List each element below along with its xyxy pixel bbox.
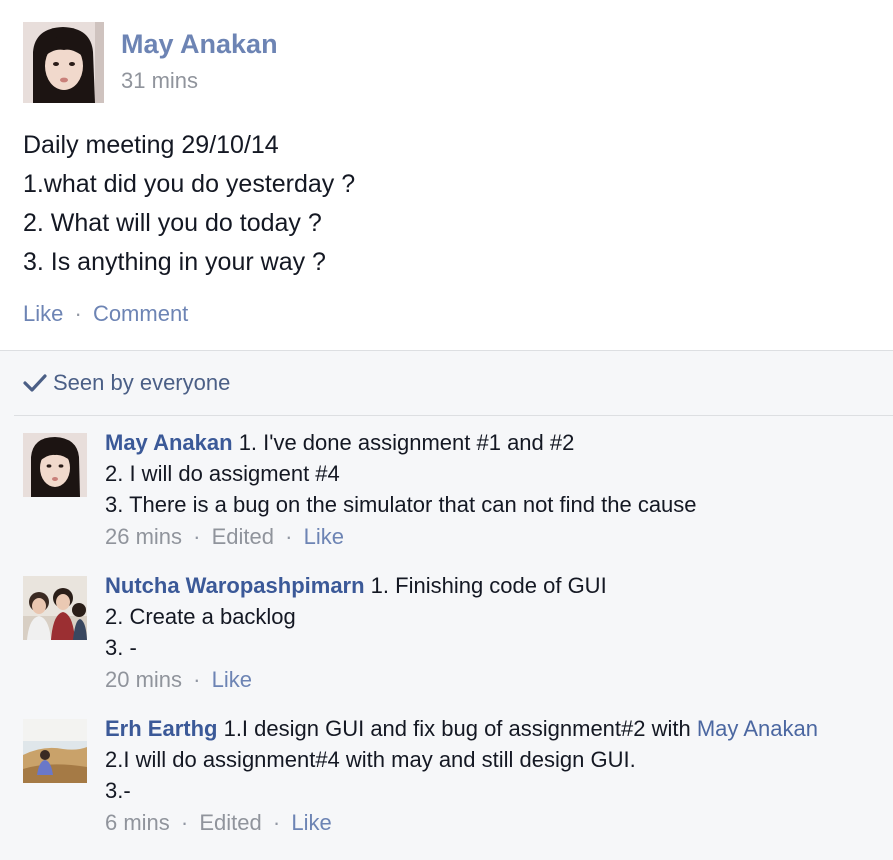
checkmark-icon bbox=[23, 374, 47, 392]
post-line: 1.what did you do yesterday ? bbox=[23, 170, 356, 198]
comment-edited[interactable]: Edited bbox=[199, 810, 261, 835]
comment-author-avatar[interactable] bbox=[23, 433, 87, 497]
comment-author-avatar[interactable] bbox=[23, 719, 87, 783]
comment-timestamp[interactable]: 26 mins bbox=[105, 524, 182, 549]
separator-dot: · bbox=[272, 810, 281, 835]
post: May Anakan 31 mins Daily meeting 29/10/1… bbox=[0, 0, 893, 350]
post-line: Daily meeting 29/10/14 bbox=[23, 131, 279, 159]
comment-text: 1. Finishing code of GUI bbox=[364, 573, 607, 598]
post-body: Daily meeting 29/10/14 1.what did you do… bbox=[23, 126, 355, 282]
post-author-name[interactable]: May Anakan bbox=[121, 29, 278, 60]
comment-body: May Anakan 1. I've done assignment #1 an… bbox=[105, 427, 697, 554]
comment-text: 3. - bbox=[105, 635, 137, 660]
divider bbox=[14, 415, 893, 416]
separator-dot: · bbox=[193, 524, 201, 549]
post-line: 3. Is anything in your way ? bbox=[23, 248, 326, 276]
comment-timestamp[interactable]: 6 mins bbox=[105, 810, 170, 835]
comment-text: 3. There is a bug on the simulator that … bbox=[105, 492, 697, 517]
comment-timestamp[interactable]: 20 mins bbox=[105, 667, 182, 692]
feedback-section: Seen by everyone May Anakan 1. I've done… bbox=[0, 350, 893, 860]
comment-author-name[interactable]: May Anakan bbox=[105, 430, 233, 455]
like-link[interactable]: Like bbox=[23, 301, 63, 326]
comment-like-link[interactable]: Like bbox=[212, 667, 252, 692]
separator-dot: · bbox=[74, 301, 82, 326]
comment-text: 2. Create a backlog bbox=[105, 604, 296, 629]
separator-dot: · bbox=[285, 524, 293, 549]
separator-dot: · bbox=[180, 810, 189, 835]
post-line: 2. What will you do today ? bbox=[23, 209, 322, 237]
seen-label: Seen by everyone bbox=[53, 370, 231, 395]
comment-author-name[interactable]: Nutcha Waropashpimarn bbox=[105, 573, 365, 598]
post-actions: Like · Comment bbox=[23, 301, 188, 327]
seen-by-indicator[interactable]: Seen by everyone bbox=[23, 370, 230, 396]
comment-text: 3.- bbox=[105, 778, 131, 803]
comment-meta: 20 mins · Like bbox=[105, 663, 607, 697]
separator-dot: · bbox=[193, 667, 201, 692]
comment-text: 1. I've done assignment #1 and #2 bbox=[232, 430, 575, 455]
comment-author-name[interactable]: Erh Earthg bbox=[105, 716, 217, 741]
comment-text: 2.I will do assignment#4 with may and st… bbox=[105, 747, 636, 772]
comment-link[interactable]: Comment bbox=[93, 301, 188, 326]
comment-body: Nutcha Waropashpimarn 1. Finishing code … bbox=[105, 570, 607, 697]
post-author-avatar[interactable] bbox=[23, 22, 104, 103]
mention-link[interactable]: May Anakan bbox=[697, 716, 818, 741]
comment-edited[interactable]: Edited bbox=[212, 524, 274, 549]
comment-text: 2. I will do assigment #4 bbox=[105, 461, 340, 486]
comment-body: Erh Earthg 1.I design GUI and fix bug of… bbox=[105, 713, 818, 840]
comment-text: 1.I design GUI and fix bug of assignment… bbox=[217, 716, 697, 741]
post-timestamp[interactable]: 31 mins bbox=[121, 68, 198, 94]
comment-meta: 6 mins · Edited · Like bbox=[105, 806, 818, 840]
comment-like-link[interactable]: Like bbox=[304, 524, 344, 549]
comment-like-link[interactable]: Like bbox=[291, 810, 331, 835]
comment-meta: 26 mins · Edited · Like bbox=[105, 520, 697, 554]
comment-author-avatar[interactable] bbox=[23, 576, 87, 640]
